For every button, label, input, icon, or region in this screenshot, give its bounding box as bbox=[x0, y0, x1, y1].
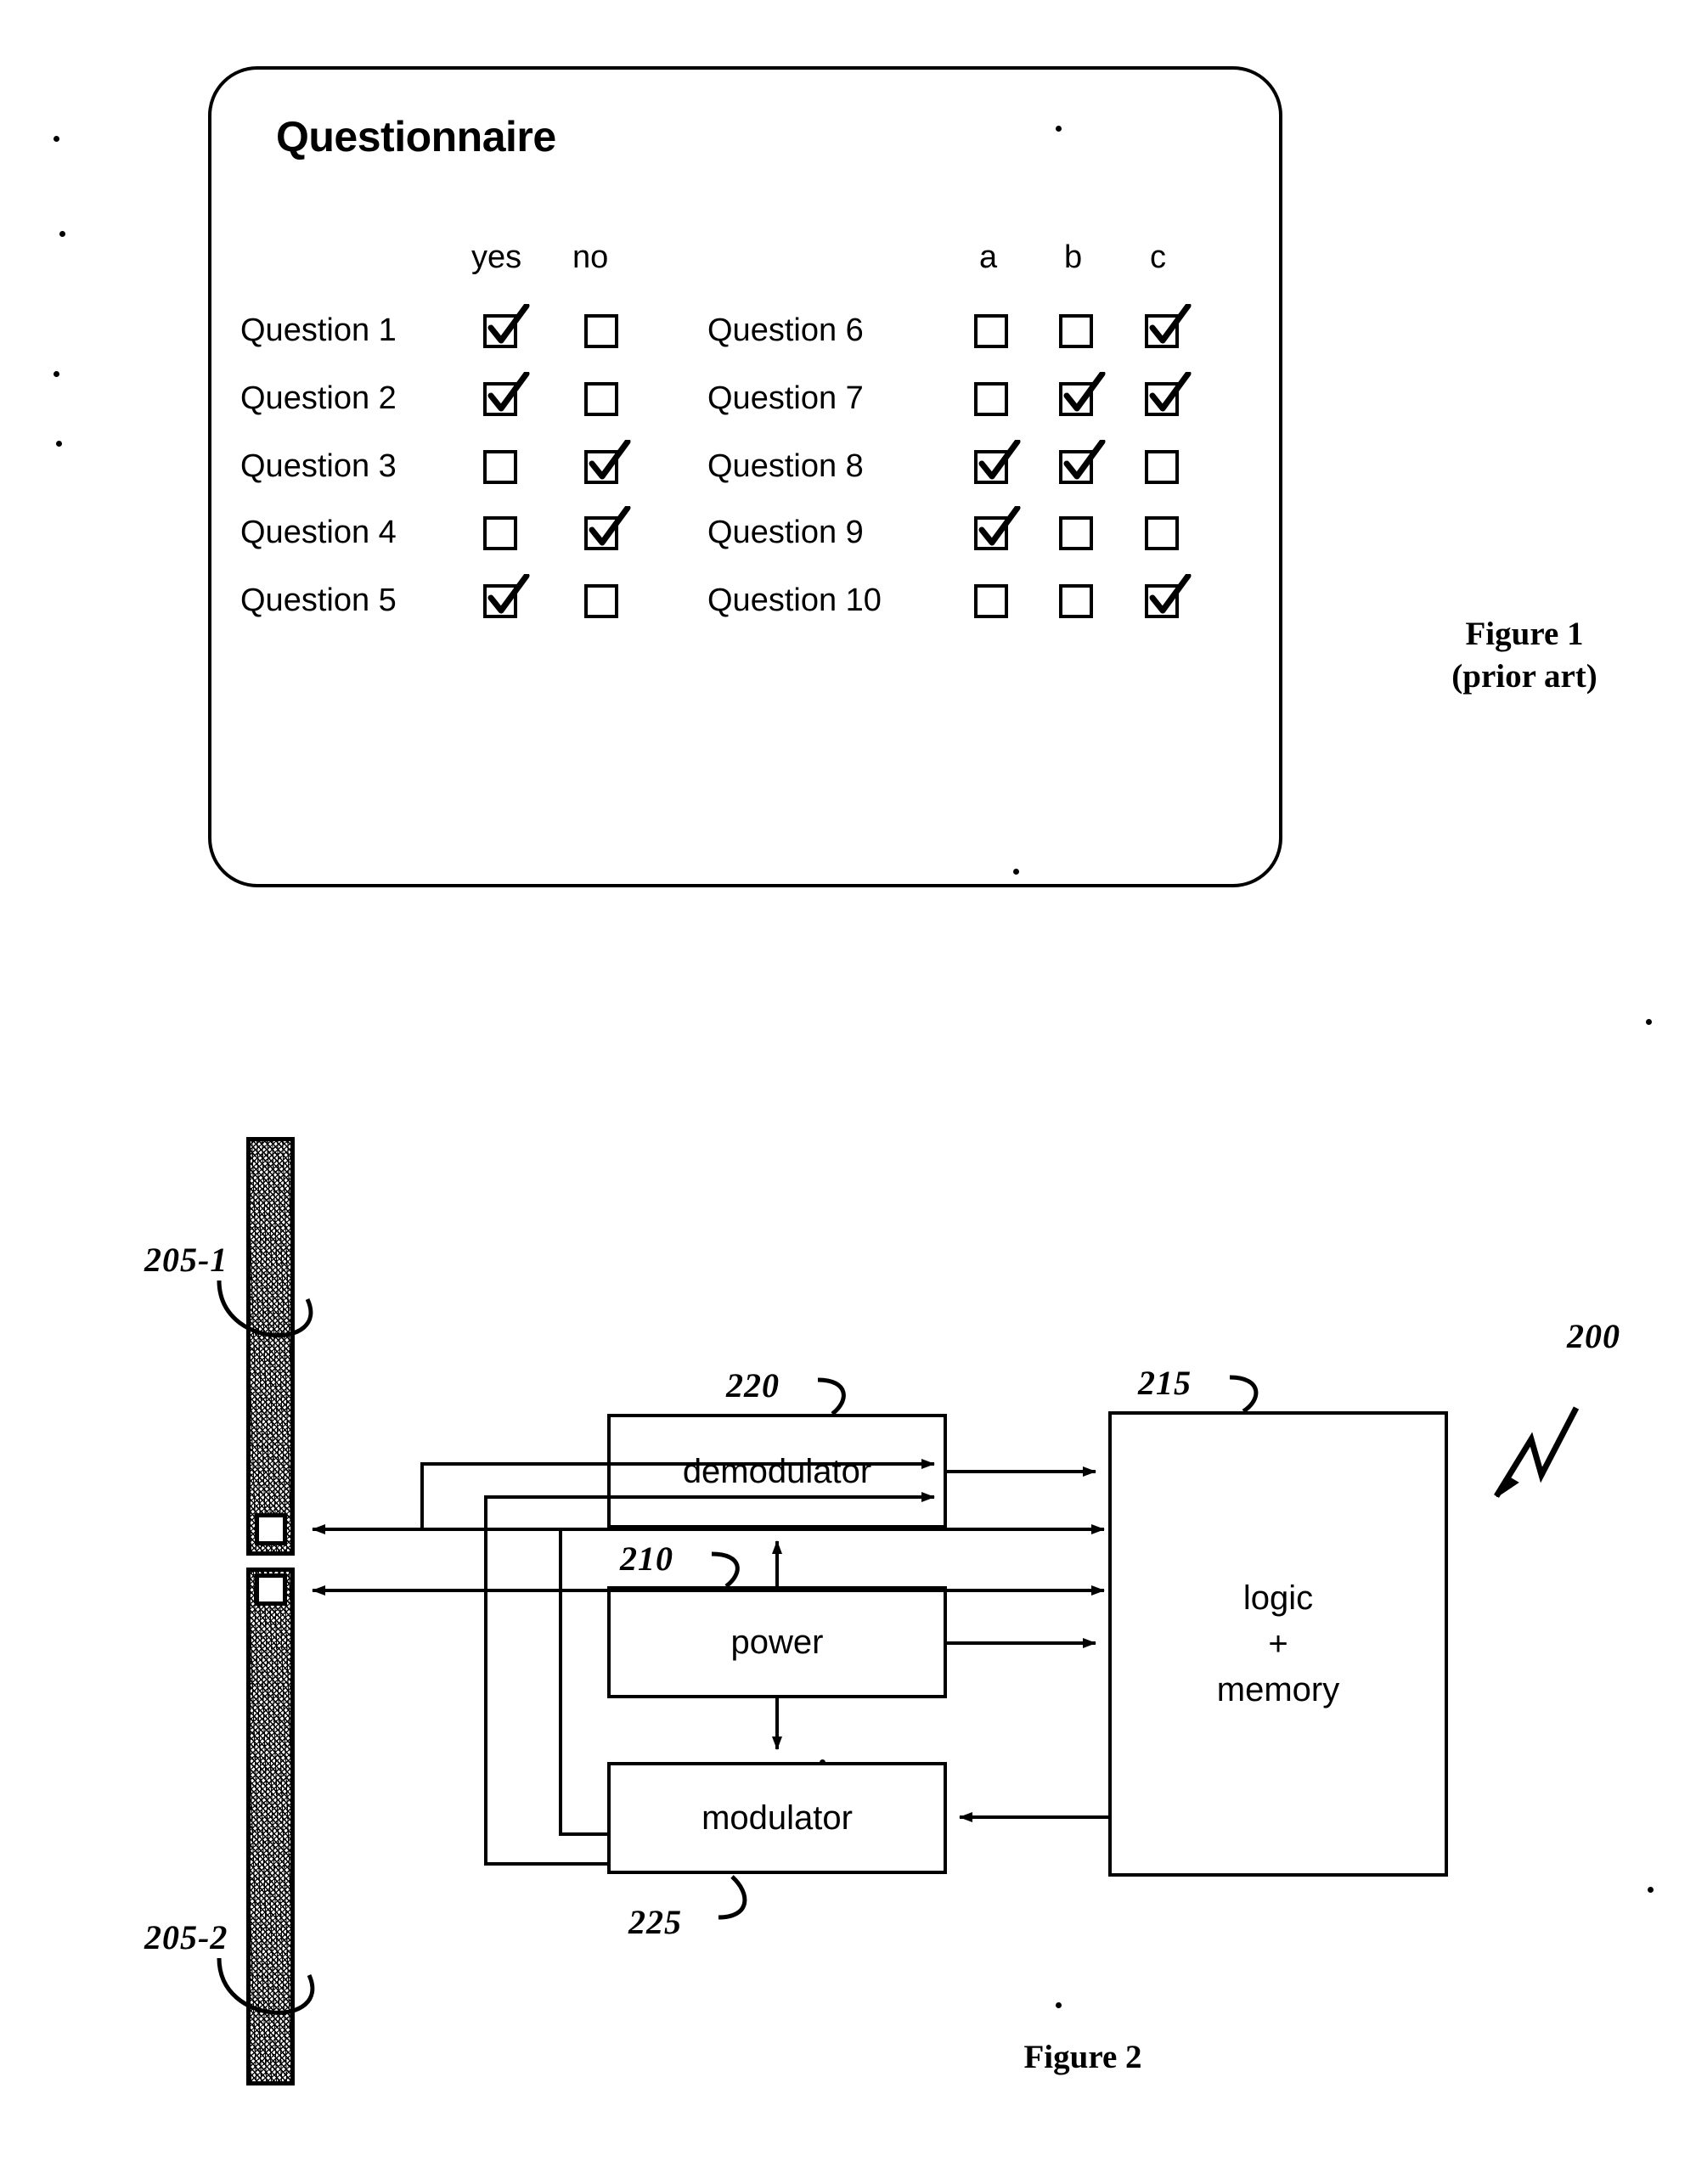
scan-speck bbox=[1056, 126, 1062, 132]
figure-2-diagram: 205-1 205-2 demodulator 220 power 210 mo… bbox=[0, 1095, 1696, 2157]
scan-speck bbox=[59, 231, 65, 237]
checkbox-q7-b[interactable] bbox=[1059, 372, 1106, 416]
checkbox-q10-c[interactable] bbox=[1145, 574, 1192, 618]
scan-speck bbox=[1013, 869, 1019, 875]
checkbox-q1-yes[interactable] bbox=[483, 304, 530, 348]
column-header-yes: yes bbox=[471, 239, 522, 275]
checkbox-q7-a[interactable] bbox=[974, 382, 1008, 416]
checkbox-q3-yes[interactable] bbox=[483, 450, 517, 484]
questionnaire-title: Questionnaire bbox=[276, 113, 556, 160]
checkbox-q9-a[interactable] bbox=[974, 506, 1021, 550]
figure-1-caption: Figure 1 (prior art) bbox=[1384, 613, 1665, 698]
question-label-9: Question 9 bbox=[707, 515, 864, 550]
question-label-8: Question 8 bbox=[707, 448, 864, 484]
checkbox-q6-a[interactable] bbox=[974, 314, 1008, 348]
checkbox-q9-c[interactable] bbox=[1145, 516, 1179, 550]
scan-speck bbox=[1056, 2002, 1062, 2008]
question-label-5: Question 5 bbox=[240, 583, 397, 618]
checkbox-q8-a[interactable] bbox=[974, 440, 1021, 484]
checkbox-q6-b[interactable] bbox=[1059, 314, 1093, 348]
column-header-a: a bbox=[979, 239, 998, 275]
column-header-no: no bbox=[572, 239, 609, 275]
checkbox-q3-no[interactable] bbox=[584, 440, 631, 484]
question-label-3: Question 3 bbox=[240, 448, 397, 484]
scan-speck bbox=[1648, 1887, 1654, 1893]
checkbox-q10-b[interactable] bbox=[1059, 584, 1093, 618]
scan-speck bbox=[820, 1759, 825, 1765]
checkbox-q4-yes[interactable] bbox=[483, 516, 517, 550]
question-label-10: Question 10 bbox=[707, 583, 882, 618]
column-header-b: b bbox=[1064, 239, 1083, 275]
checkbox-q2-yes[interactable] bbox=[483, 372, 530, 416]
figure-1-caption-line1: Figure 1 bbox=[1465, 616, 1584, 652]
checkbox-q9-b[interactable] bbox=[1059, 516, 1093, 550]
scan-speck bbox=[56, 441, 62, 447]
checkbox-q1-no[interactable] bbox=[584, 314, 618, 348]
figure-1-caption-line2: (prior art) bbox=[1451, 658, 1597, 695]
checkbox-q10-a[interactable] bbox=[974, 584, 1008, 618]
question-label-6: Question 6 bbox=[707, 312, 864, 348]
checkbox-q8-b[interactable] bbox=[1059, 440, 1106, 484]
checkbox-q4-no[interactable] bbox=[584, 506, 631, 550]
question-label-1: Question 1 bbox=[240, 312, 397, 348]
figure-2-connectors bbox=[217, 1280, 1580, 2015]
scan-speck bbox=[54, 371, 59, 377]
scan-speck bbox=[54, 136, 59, 142]
checkbox-q7-c[interactable] bbox=[1145, 372, 1192, 416]
checkbox-q6-c[interactable] bbox=[1145, 304, 1192, 348]
checkbox-q2-no[interactable] bbox=[584, 382, 618, 416]
column-header-c: c bbox=[1150, 239, 1166, 275]
question-label-4: Question 4 bbox=[240, 515, 397, 550]
checkbox-q5-no[interactable] bbox=[584, 584, 618, 618]
question-label-7: Question 7 bbox=[707, 380, 864, 416]
figure-2-caption: Figure 2 bbox=[1023, 2039, 1142, 2075]
checkbox-q8-c[interactable] bbox=[1145, 450, 1179, 484]
question-label-2: Question 2 bbox=[240, 380, 397, 416]
checkbox-q5-yes[interactable] bbox=[483, 574, 530, 618]
scan-speck bbox=[1646, 1019, 1652, 1025]
